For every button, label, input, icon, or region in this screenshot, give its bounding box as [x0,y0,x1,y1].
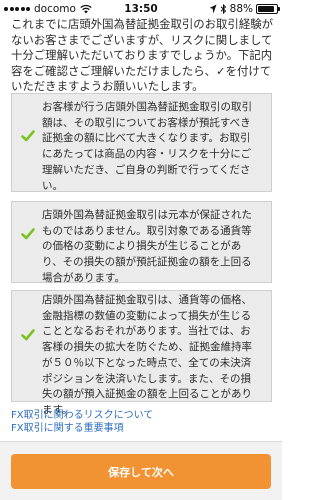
checkmark-icon[interactable] [21,129,35,143]
consent-card-2[interactable]: 店頭外国為替証拠金取引は元本が保証されたものではありません。取引対象である通貨等… [11,201,272,284]
battery-percentage: 88% [229,3,253,15]
intro-text: これまでに店頭外国為替証拠金取引のお取引経験がないお客さまでございますが、リスク… [11,17,273,93]
related-links: FX取引に関わるリスクについて FX取引に関する重要事項 [11,409,153,435]
consent-text: 店頭外国為替証拠金取引は、通貨等の価格、金融指標の数値の変動によって損失が生じる… [42,294,252,416]
save-and-next-button[interactable]: 保存して次へ [11,454,271,489]
consent-text: 店頭外国為替証拠金取引は元本が保証されたものではありません。取引対象である通貨等… [42,209,252,284]
status-right: 88% [209,3,280,15]
bluetooth-icon [220,4,226,14]
fx-risk-link[interactable]: FX取引に関わるリスクについて [11,409,153,422]
checkmark-icon[interactable] [21,328,35,342]
fx-important-matters-link[interactable]: FX取引に関する重要事項 [11,422,153,435]
battery-icon [256,4,280,14]
footer-bar: 保存して次へ [0,441,282,500]
consent-card-1[interactable]: お客様が行う店頭外国為替証拠金取引の取引額は、その取引についてお客様が預託すべき… [11,93,272,192]
consent-card-3[interactable]: 店頭外国為替証拠金取引は、通貨等の価格、金融指標の数値の変動によって損失が生じる… [11,290,272,416]
consent-text: お客様が行う店頭外国為替証拠金取引の取引額は、その取引についてお客様が預託すべき… [42,101,252,192]
checkmark-icon[interactable] [21,227,35,241]
battery-level-fill [258,6,274,12]
status-bar: docomo 13:50 88% [0,0,282,18]
location-arrow-icon [209,4,217,14]
